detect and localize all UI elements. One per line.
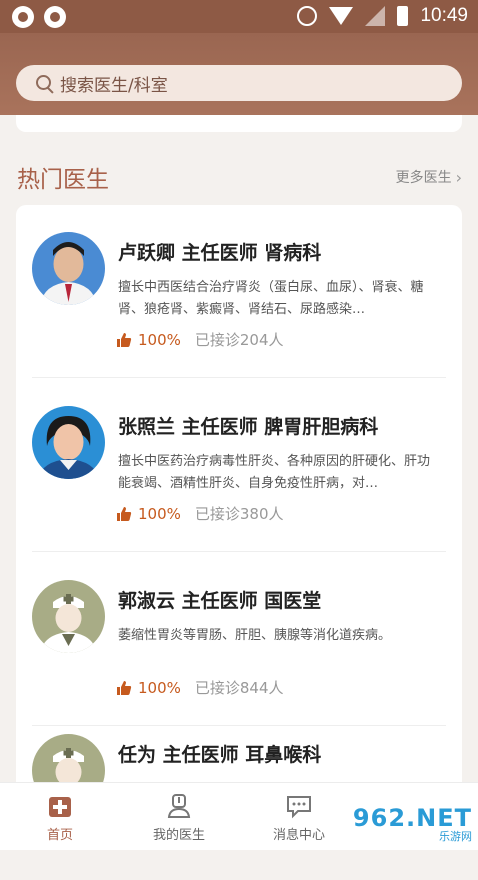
watermark-logo: 962.NET 乐游网: [340, 802, 472, 846]
doctor-item[interactable]: 郭淑云 主任医师 国医堂 萎缩性胃炎等胃肠、肝胆、胰腺等消化道疾病。 100% …: [16, 553, 462, 726]
chat-icon: [287, 796, 311, 819]
doctor-stats: 100% 已接诊204人: [116, 329, 284, 350]
previous-card-edge: [16, 115, 462, 132]
bottom-tab-bar: 首页 我的医生 消息中心 962.NET 乐游网: [0, 782, 478, 850]
doctor-avatar: [32, 232, 105, 305]
alarm-icon: [297, 6, 318, 26]
wifi-icon: [329, 7, 354, 25]
consult-count: 已接诊380人: [194, 505, 284, 523]
doctor-name: 任为 主任医师 耳鼻喉科: [118, 744, 322, 766]
header: 搜索医生/科室: [0, 33, 478, 115]
tab-home[interactable]: 首页: [0, 783, 120, 850]
divider: [32, 551, 446, 552]
search-icon: [36, 75, 52, 91]
doctor-avatar: [32, 580, 105, 653]
rating: 100%: [138, 504, 181, 523]
app-notification-icon: [44, 6, 66, 28]
search-placeholder: 搜索医生/科室: [60, 75, 168, 96]
app-notification-icon: [12, 6, 34, 28]
doctor-description: 萎缩性胃炎等胃肠、肝胆、胰腺等消化道疾病。: [118, 628, 392, 643]
more-doctors-label: 更多医生: [395, 170, 452, 186]
thumbs-up-icon: [117, 506, 132, 521]
tab-label: 我的医生: [152, 828, 205, 843]
doctor-description: 擅长中西医结合治疗肾炎（蛋白尿、血尿）、肾衰、糖肾、狼疮肾、紫癜肾、肾结石、尿路…: [118, 280, 424, 317]
status-bar: 10:49: [0, 0, 478, 33]
battery-icon: [397, 6, 409, 26]
doctor-item[interactable]: 卢跃卿 主任医师 肾病科 擅长中西医结合治疗肾炎（蛋白尿、血尿）、肾衰、糖肾、狼…: [16, 205, 462, 378]
search-bar[interactable]: 搜索医生/科室: [16, 65, 462, 101]
doctor-avatar: [32, 406, 105, 479]
thumbs-up-icon: [117, 332, 132, 347]
tab-label: 首页: [46, 828, 73, 843]
doctor-list: 卢跃卿 主任医师 肾病科 擅长中西医结合治疗肾炎（蛋白尿、血尿）、肾衰、糖肾、狼…: [16, 205, 462, 807]
thumbs-up-icon: [117, 680, 132, 695]
doctor-description: 擅长中医药治疗病毒性肝炎、各种原因的肝硬化、肝功能衰竭、酒精性肝炎、自身免疫性肝…: [118, 454, 431, 491]
clock: 10:49: [420, 5, 468, 26]
watermark-subtext: 乐游网: [439, 830, 472, 843]
doctor-item[interactable]: 张照兰 主任医师 脾胃肝胆病科 擅长中医药治疗病毒性肝炎、各种原因的肝硬化、肝功…: [16, 379, 462, 552]
rating: 100%: [138, 678, 181, 697]
signal-icon: [365, 6, 386, 26]
section-title: 热门医生: [17, 167, 109, 193]
doctor-stats: 100% 已接诊380人: [116, 503, 284, 524]
more-doctors-link[interactable]: 更多医生 ›: [396, 167, 462, 187]
doctor-icon: [167, 794, 191, 818]
divider: [32, 377, 446, 378]
consult-count: 已接诊844人: [194, 679, 284, 697]
doctor-stats: 100% 已接诊844人: [116, 677, 284, 698]
doctor-name: 郭淑云 主任医师 国医堂: [118, 590, 322, 612]
chevron-right-icon: ›: [455, 167, 462, 187]
consult-count: 已接诊204人: [194, 331, 284, 349]
home-plus-icon: [49, 797, 71, 817]
rating: 100%: [138, 330, 181, 349]
doctor-name: 张照兰 主任医师 脾胃肝胆病科: [118, 416, 379, 438]
tab-my-doctor[interactable]: 我的医生: [119, 783, 239, 850]
doctor-name: 卢跃卿 主任医师 肾病科: [118, 242, 322, 264]
